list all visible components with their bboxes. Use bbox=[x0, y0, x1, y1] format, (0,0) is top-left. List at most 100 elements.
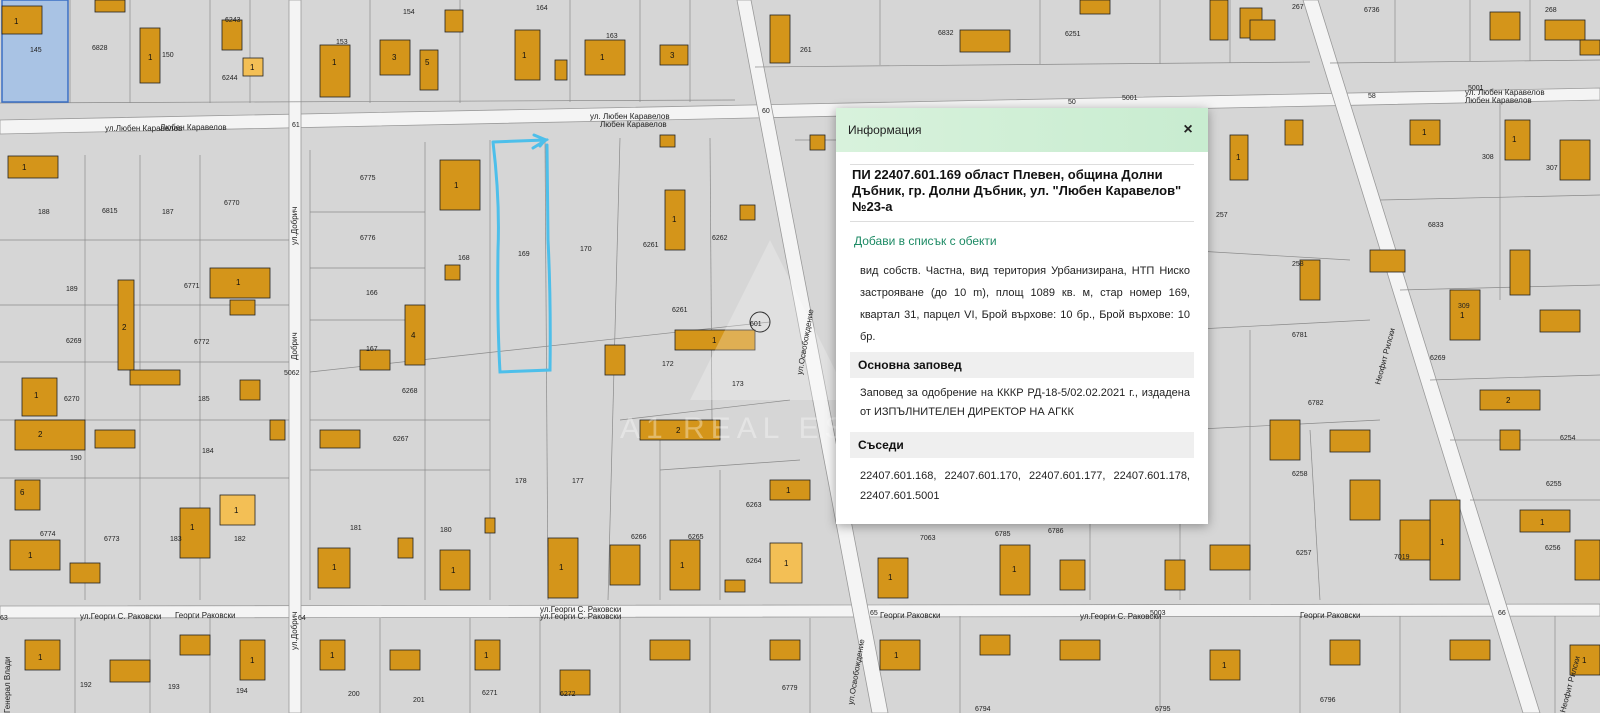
floor-label: 1 bbox=[894, 651, 899, 660]
parcel-label: 182 bbox=[234, 536, 246, 543]
street-label: Георги Раковски bbox=[880, 611, 940, 620]
floor-label: 1 bbox=[451, 566, 456, 575]
parcel-label: 6796 bbox=[1320, 697, 1336, 704]
parcel-label: 6269 bbox=[1430, 355, 1446, 362]
parcel-label: 6254 bbox=[1560, 435, 1576, 442]
parcel-label: 6785 bbox=[995, 531, 1011, 538]
neighbors-heading: Съседи bbox=[850, 432, 1194, 458]
parcel-label: 6781 bbox=[1292, 332, 1308, 339]
floor-label: 1 bbox=[236, 278, 241, 287]
node-label: 63 bbox=[0, 615, 8, 622]
street-label: ул.Добрич bbox=[290, 207, 299, 245]
floor-label: 1 bbox=[250, 63, 255, 72]
parcel-label: 6771 bbox=[184, 283, 200, 290]
parcel-label: 192 bbox=[80, 682, 92, 689]
parcel-label: 5001 bbox=[1468, 85, 1484, 92]
floor-label: 1 bbox=[1222, 661, 1227, 670]
parcel-label: 6258 bbox=[1292, 471, 1308, 478]
popup-body: ПИ 22407.601.169 област Плевен, община Д… bbox=[850, 164, 1194, 506]
parcel-label: 7019 bbox=[1394, 554, 1410, 561]
parcel-label: 308 bbox=[1482, 154, 1494, 161]
floor-label: 2 bbox=[38, 430, 43, 439]
street-label: Генерал Влади bbox=[3, 657, 12, 713]
street-label: Любен Каравелов bbox=[1465, 96, 1532, 105]
parcel-label: 6257 bbox=[1296, 550, 1312, 557]
parcel-label: 194 bbox=[236, 688, 248, 695]
parcel-label: 193 bbox=[168, 684, 180, 691]
parcel-label: 169 bbox=[518, 251, 530, 258]
parcel-label: 6828 bbox=[92, 45, 108, 52]
parcel-label: 258 bbox=[1292, 261, 1304, 268]
floor-label: 4 bbox=[411, 331, 416, 340]
parcel-label: 6832 bbox=[938, 30, 954, 37]
parcel-label: 7063 bbox=[920, 535, 936, 542]
cadastral-map-view: A1 REAL ESTATE ул.Любен Каравелов Любен … bbox=[0, 0, 1600, 713]
node-label: 61 bbox=[292, 122, 300, 129]
floor-label: 1 bbox=[672, 215, 677, 224]
node-label: 60 bbox=[762, 108, 770, 115]
street-label: Любен Каравелов bbox=[600, 120, 667, 129]
floor-label: 1 bbox=[148, 53, 153, 62]
parcel-label: 5003 bbox=[1150, 610, 1166, 617]
parcel-label: 6244 bbox=[222, 75, 238, 82]
floor-label: 3 bbox=[670, 51, 675, 60]
parcel-label: 6770 bbox=[224, 200, 240, 207]
street-label: Георги Раковски bbox=[1300, 611, 1360, 620]
property-description: вид собств. Частна, вид територия Урбани… bbox=[860, 265, 1190, 343]
street-label: ул.Георги С. Раковски bbox=[80, 612, 161, 621]
parcel-label: 201 bbox=[413, 697, 425, 704]
close-button[interactable]: × bbox=[1180, 121, 1196, 139]
floor-label: 1 bbox=[330, 651, 335, 660]
parcel-label: 6265 bbox=[688, 534, 704, 541]
parcel-label: 5062 bbox=[284, 370, 300, 377]
parcel-label: 6776 bbox=[360, 235, 376, 242]
parcel-label: 6779 bbox=[782, 685, 798, 692]
parcel-label: 267 bbox=[1292, 4, 1304, 11]
parcel-label: 189 bbox=[66, 286, 78, 293]
parcel-label: 6774 bbox=[40, 531, 56, 538]
node-label: 65 bbox=[870, 610, 878, 617]
parcel-label: 180 bbox=[440, 527, 452, 534]
parcel-label: 5001 bbox=[1122, 95, 1138, 102]
floor-label: 1 bbox=[34, 391, 39, 400]
floor-label: 1 bbox=[1236, 153, 1241, 162]
parcel-label: 190 bbox=[70, 455, 82, 462]
floor-label: 1 bbox=[38, 653, 43, 662]
popup-header: Информация × bbox=[836, 108, 1208, 152]
floor-label: 1 bbox=[712, 336, 717, 345]
parcel-label: 307 bbox=[1546, 165, 1558, 172]
parcel-label: 6270 bbox=[64, 396, 80, 403]
floor-label: 1 bbox=[1512, 135, 1517, 144]
node-label: 64 bbox=[298, 615, 306, 622]
parcel-label: 6775 bbox=[360, 175, 376, 182]
parcel-label: 6269 bbox=[66, 338, 82, 345]
street-label: ул.Георги С. Раковски bbox=[540, 605, 621, 614]
order-heading: Основна заповед bbox=[850, 352, 1194, 378]
floor-label: 1 bbox=[190, 523, 195, 532]
parcel-label: 257 bbox=[1216, 212, 1228, 219]
floor-label: 1 bbox=[22, 163, 27, 172]
parcel-label: 177 bbox=[572, 478, 584, 485]
floor-label: 1 bbox=[454, 181, 459, 190]
parcel-label: 6243 bbox=[225, 17, 241, 24]
floor-label: 1 bbox=[1422, 128, 1427, 137]
add-to-list-link[interactable]: Добави в списък с обекти bbox=[854, 234, 997, 248]
parcel-label: 178 bbox=[515, 478, 527, 485]
parcel-label: 170 bbox=[580, 246, 592, 253]
parcel-label: 6261 bbox=[672, 307, 688, 314]
cadastral-map[interactable]: A1 REAL ESTATE ул.Любен Каравелов Любен … bbox=[0, 0, 1600, 713]
parcel-label: 601 bbox=[750, 321, 762, 328]
parcel-label: 6795 bbox=[1155, 706, 1171, 713]
floor-label: 1 bbox=[1582, 656, 1587, 665]
parcel-label: 163 bbox=[606, 33, 618, 40]
floor-label: 2 bbox=[122, 323, 127, 332]
property-title: ПИ 22407.601.169 област Плевен, община Д… bbox=[850, 164, 1194, 222]
parcel-label: 173 bbox=[732, 381, 744, 388]
popup-title: Информация bbox=[848, 123, 922, 137]
floor-label: 1 bbox=[1440, 538, 1445, 547]
parcel-label: 6251 bbox=[1065, 31, 1081, 38]
floor-label: 1 bbox=[484, 651, 489, 660]
floor-label: 1 bbox=[1012, 565, 1017, 574]
floor-label: 1 bbox=[14, 17, 19, 26]
street-label: Любен Каравелов bbox=[160, 123, 227, 132]
